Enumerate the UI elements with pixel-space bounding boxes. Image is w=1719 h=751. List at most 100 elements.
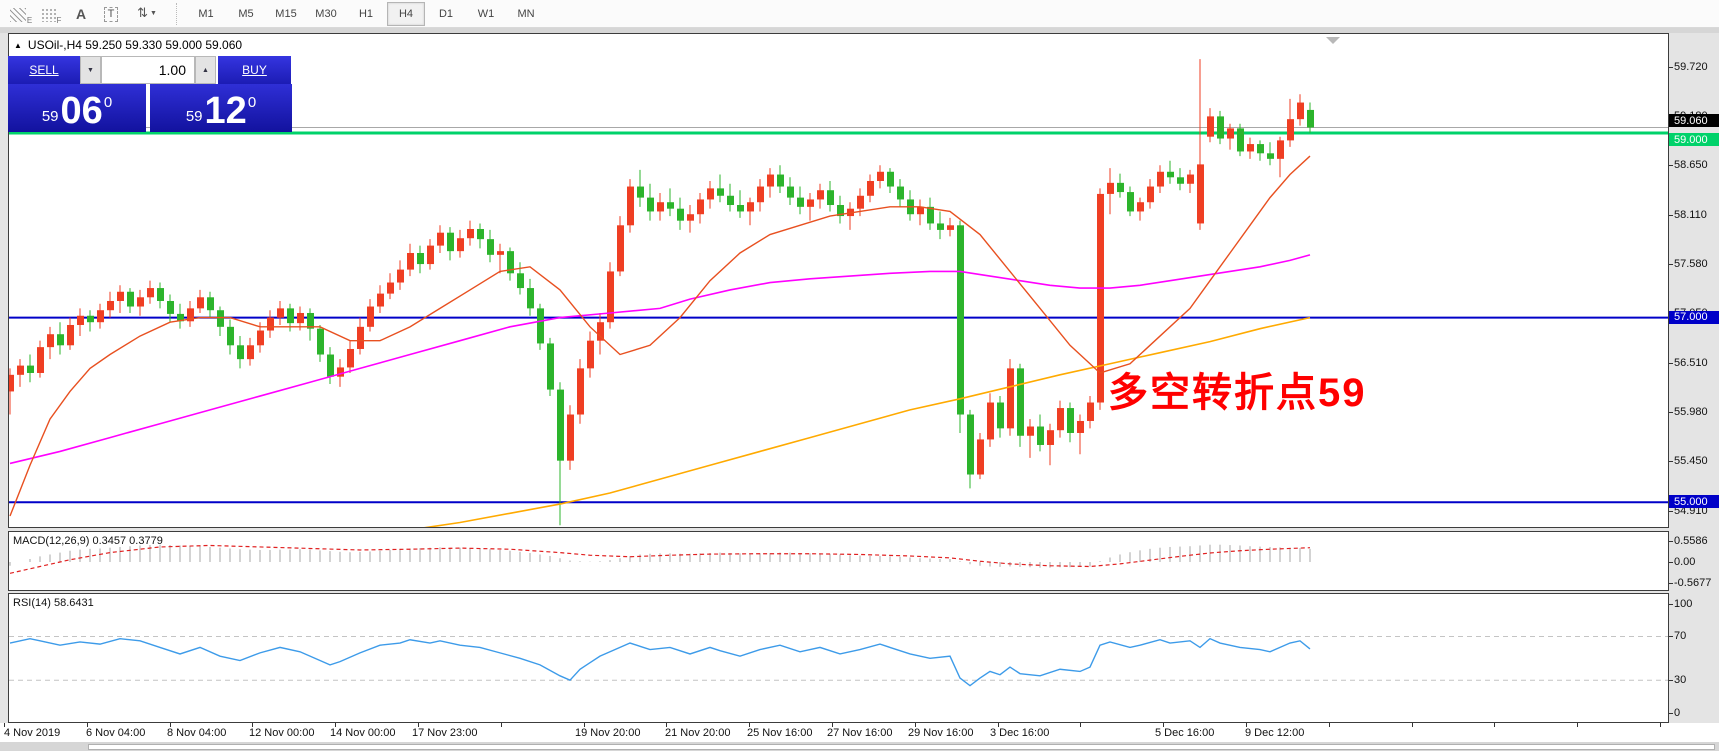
- candle-body: [1307, 110, 1314, 128]
- cursor-mode-icon[interactable]: ⇅▼: [128, 3, 166, 25]
- candle-body: [1027, 427, 1034, 436]
- text-icon[interactable]: T: [98, 3, 124, 25]
- rsi-panel[interactable]: RSI(14) 58.6431: [8, 593, 1669, 723]
- candle-body: [497, 251, 504, 255]
- candle-body: [1177, 177, 1184, 183]
- candle-body: [67, 325, 74, 345]
- time-label: 21 Nov 20:00: [665, 727, 730, 739]
- price-axis[interactable]: 59.72059.18058.65058.11057.58057.05056.5…: [1669, 33, 1719, 723]
- candle-body: [197, 297, 204, 308]
- timeframe-button-m5[interactable]: M5: [227, 2, 265, 26]
- candle-body: [707, 188, 714, 199]
- candle-body: [317, 329, 324, 355]
- candle-body: [87, 316, 94, 322]
- candle-body: [667, 202, 674, 208]
- candle-body: [637, 187, 644, 198]
- sell-button[interactable]: SELL: [8, 56, 80, 84]
- time-label: 3 Dec 16:00: [990, 727, 1049, 739]
- candle-body: [417, 253, 424, 264]
- candle-body: [407, 253, 414, 270]
- candle-body: [747, 202, 754, 211]
- volume-increase-button[interactable]: ▲: [195, 56, 216, 84]
- time-label: 6 Nov 04:00: [86, 727, 145, 739]
- candle-body: [347, 349, 354, 367]
- price-tick-58.110: 58.110: [1674, 209, 1707, 221]
- grid-icon[interactable]: F: [38, 3, 64, 25]
- candle-body: [537, 308, 544, 343]
- font-icon[interactable]: A: [68, 3, 94, 25]
- timeframe-button-d1[interactable]: D1: [427, 2, 465, 26]
- bottom-scroll-area[interactable]: [88, 744, 1715, 750]
- candle-body: [397, 270, 404, 283]
- candle-body: [9, 375, 14, 392]
- axis-tick: [1669, 680, 1673, 681]
- candle-body: [547, 343, 554, 389]
- candle-body: [517, 273, 524, 288]
- timeframe-button-m15[interactable]: M15: [267, 2, 305, 26]
- timeframe-button-h4[interactable]: H4: [387, 2, 425, 26]
- collapse-arrow-icon[interactable]: ▲: [14, 41, 22, 50]
- buy-button[interactable]: BUY: [218, 56, 291, 84]
- volume-decrease-button[interactable]: ▼: [80, 56, 101, 84]
- candle-body: [977, 439, 984, 474]
- candle-body: [47, 334, 54, 347]
- macd-panel[interactable]: MACD(12,26,9) 0.3457 0.3779: [8, 531, 1669, 591]
- axis-tick: [1669, 583, 1673, 584]
- timeframe-button-m30[interactable]: M30: [307, 2, 345, 26]
- timeframe-button-h1[interactable]: H1: [347, 2, 385, 26]
- timeframe-button-m1[interactable]: M1: [187, 2, 225, 26]
- ma-slow-orange-line: [10, 318, 1310, 527]
- candle-body: [737, 205, 744, 211]
- candle-body: [1197, 164, 1204, 223]
- time-tick: [501, 723, 502, 727]
- indicators-icon[interactable]: E: [8, 3, 34, 25]
- candle-body: [567, 415, 574, 461]
- time-label: 5 Dec 16:00: [1155, 727, 1214, 739]
- volume-input[interactable]: [101, 56, 195, 84]
- candle-body: [657, 202, 664, 211]
- candle-body: [647, 198, 654, 212]
- candle-body: [357, 327, 364, 349]
- sell-price-big: 06: [61, 93, 103, 129]
- chart-shift-marker-icon[interactable]: [1326, 37, 1340, 44]
- font-glyph: A: [76, 6, 86, 22]
- candle-body: [437, 233, 444, 246]
- candle-body: [1117, 183, 1124, 192]
- candle-body: [957, 225, 964, 414]
- grid-glyph: [41, 8, 56, 22]
- sell-price-pip: 0: [104, 94, 112, 111]
- candle-body: [937, 223, 944, 229]
- axis-tick: [1669, 636, 1673, 637]
- candle-body: [577, 368, 584, 414]
- candle-body: [117, 292, 124, 301]
- rsi-tick-0: 0: [1674, 707, 1680, 719]
- cursor-glyph: ⇅: [137, 5, 148, 21]
- axis-tick: [1669, 541, 1673, 542]
- time-label: 4 Nov 2019: [4, 727, 60, 739]
- candle-body: [867, 181, 874, 196]
- text-glyph: T: [104, 7, 119, 22]
- time-tick: [1660, 723, 1661, 727]
- candle-body: [557, 390, 564, 461]
- price-tick-57.580: 57.580: [1674, 258, 1708, 270]
- timeframe-button-mn[interactable]: MN: [507, 2, 545, 26]
- candle-body: [97, 310, 104, 322]
- macd-tick-0.00: 0.00: [1674, 556, 1695, 568]
- macd-tick--0.5677: -0.5677: [1674, 577, 1711, 589]
- candle-body: [267, 318, 274, 331]
- candle-body: [77, 316, 84, 325]
- sell-price-display[interactable]: 59 06 0: [8, 84, 146, 132]
- time-label: 17 Nov 23:00: [412, 727, 477, 739]
- candle-body: [827, 190, 834, 205]
- price-tick-56.510: 56.510: [1674, 357, 1708, 369]
- candle-body: [1147, 187, 1154, 203]
- axis-tick: [1669, 264, 1673, 265]
- candle-body: [1077, 421, 1084, 433]
- time-label: 14 Nov 00:00: [330, 727, 395, 739]
- candle-body: [1087, 403, 1094, 421]
- timeframe-button-w1[interactable]: W1: [467, 2, 505, 26]
- candle-body: [1047, 430, 1054, 445]
- time-axis[interactable]: 4 Nov 20196 Nov 04:008 Nov 04:0012 Nov 0…: [0, 723, 1719, 742]
- chart-annotation-text: 多空转折点59: [1108, 360, 1367, 418]
- buy-price-display[interactable]: 59 12 0: [150, 84, 292, 132]
